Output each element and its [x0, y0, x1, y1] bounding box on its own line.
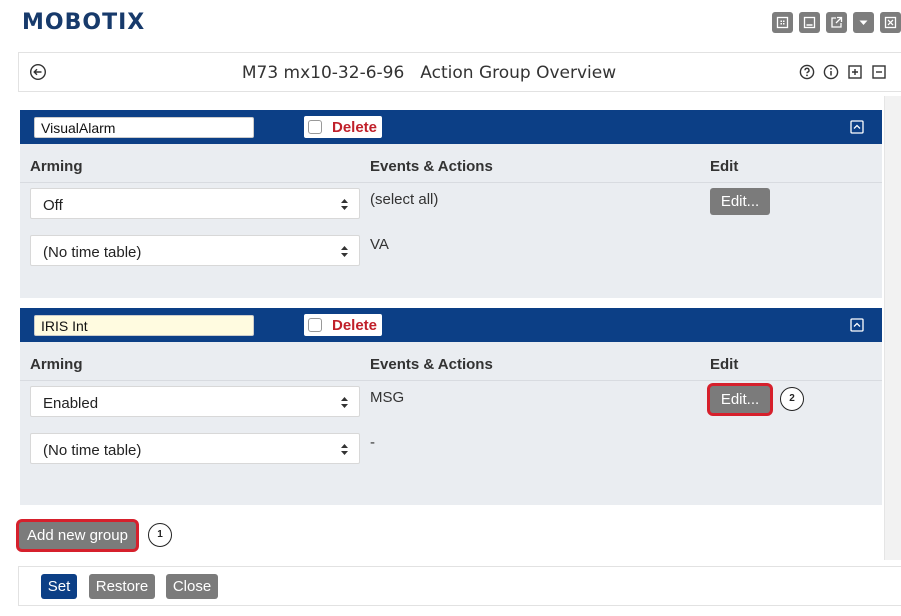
edit-button[interactable]: Edit...	[710, 386, 770, 413]
dialog-title: Action Group Overview	[420, 63, 617, 83]
info-icon[interactable]	[823, 64, 839, 80]
group-list: Delete Arming Events & Actions Edit Off …	[18, 96, 884, 560]
delete-toggle[interactable]: Delete	[304, 116, 382, 138]
arming-select-value: Off	[43, 197, 63, 214]
header-divider	[20, 182, 882, 183]
collapse-all-icon[interactable]	[871, 64, 887, 80]
event-item: (select all)	[370, 191, 439, 208]
popout-icon[interactable]	[826, 12, 847, 33]
header-divider	[20, 380, 882, 381]
title-bar: M73 mx10-32-6-96 Action Group Overview	[18, 52, 901, 92]
select-arrows-icon	[341, 246, 348, 257]
add-group-button[interactable]: Add new group	[19, 522, 136, 549]
device-name: M73 mx10-32-6-96	[241, 63, 405, 83]
brand-bar: MOBOTIX	[0, 0, 901, 46]
title-tools	[799, 64, 887, 80]
restore-button[interactable]: Restore	[89, 574, 155, 599]
timetable-select[interactable]: (No time table)	[30, 235, 360, 266]
timetable-select-value: (No time table)	[43, 442, 142, 459]
footer-bar: Set Restore Close	[18, 566, 901, 606]
delete-toggle[interactable]: Delete	[304, 314, 382, 336]
delete-label: Delete	[332, 316, 378, 334]
group-header: Delete	[20, 110, 882, 144]
delete-checkbox[interactable]	[308, 318, 322, 332]
callout-badge: 1	[148, 523, 172, 547]
event-item: MSG	[370, 389, 405, 406]
window-controls	[772, 12, 901, 33]
grid-icon[interactable]	[772, 12, 793, 33]
event-item: -	[370, 434, 375, 451]
group-name-input[interactable]	[34, 117, 254, 138]
select-arrows-icon	[341, 444, 348, 455]
set-button[interactable]: Set	[41, 574, 77, 599]
minimize-icon[interactable]	[799, 12, 820, 33]
delete-checkbox[interactable]	[308, 120, 322, 134]
action-group: Delete Arming Events & Actions Edit Off …	[20, 110, 882, 298]
page-title: M73 mx10-32-6-96 Action Group Overview	[19, 63, 839, 83]
group-name-input[interactable]	[34, 315, 254, 336]
arming-column-header: Arming	[30, 356, 83, 373]
edit-button[interactable]: Edit...	[710, 188, 770, 215]
group-header: Delete	[20, 308, 882, 342]
dropdown-icon[interactable]	[853, 12, 874, 33]
arming-select[interactable]: Off	[30, 188, 360, 219]
edit-column-header: Edit	[710, 356, 739, 373]
expand-all-icon[interactable]	[847, 64, 863, 80]
select-arrows-icon	[341, 199, 348, 210]
delete-label: Delete	[332, 118, 378, 136]
arming-select[interactable]: Enabled	[30, 386, 360, 417]
help-icon[interactable]	[799, 64, 815, 80]
events-column-header: Events & Actions	[370, 158, 493, 175]
arming-column-header: Arming	[30, 158, 83, 175]
event-item: VA	[370, 236, 389, 253]
collapse-group-icon[interactable]	[850, 120, 864, 134]
events-column-header: Events & Actions	[370, 356, 493, 373]
timetable-select[interactable]: (No time table)	[30, 433, 360, 464]
timetable-select-value: (No time table)	[43, 244, 142, 261]
collapse-group-icon[interactable]	[850, 318, 864, 332]
mobotix-logo: MOBOTIX	[22, 10, 146, 35]
scrollbar[interactable]	[884, 96, 901, 560]
close-button[interactable]: Close	[166, 574, 218, 599]
arming-select-value: Enabled	[43, 395, 99, 412]
select-arrows-icon	[341, 397, 348, 408]
close-icon[interactable]	[880, 12, 901, 33]
action-group: Delete Arming Events & Actions Edit Enab…	[20, 308, 882, 505]
callout-badge: 2	[780, 387, 804, 411]
edit-column-header: Edit	[710, 158, 739, 175]
